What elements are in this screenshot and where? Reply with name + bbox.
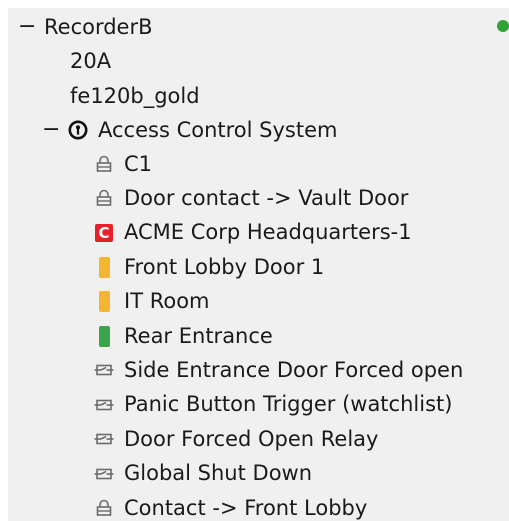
alarm-c-icon: C (94, 222, 114, 244)
tree-node-20a[interactable]: 20A (8, 44, 509, 78)
tree-node-label: Door contact -> Vault Door (124, 185, 409, 210)
lock-icon (94, 187, 114, 209)
tree-node-label: Side Entrance Door Forced open (124, 357, 464, 382)
tree-node-label: Rear Entrance (124, 323, 273, 348)
tree-node-label: IT Room (124, 289, 210, 314)
relay-icon (94, 463, 114, 485)
tree-node-label: ACME Corp Headquarters-1 (124, 220, 412, 245)
access-control-icon (68, 119, 88, 141)
alarm-badge: C (95, 223, 113, 242)
lock-icon (94, 497, 114, 519)
tree-node-device[interactable]: IT Room (8, 285, 509, 319)
tree-node-label: fe120b_gold (70, 83, 200, 108)
tree-node-label: Contact -> Front Lobby (124, 495, 368, 520)
relay-icon (94, 428, 114, 450)
tree-node-label: Front Lobby Door 1 (124, 254, 325, 279)
tree-node-device[interactable]: Panic Button Trigger (watchlist) (8, 388, 509, 422)
relay-icon (94, 394, 114, 416)
tree-node-label: Access Control System (98, 117, 338, 142)
tree-node-device[interactable]: Contact -> Front Lobby (8, 491, 509, 521)
tree-node-device[interactable]: Front Lobby Door 1 (8, 250, 509, 284)
relay-icon (94, 359, 114, 381)
lock-icon (94, 153, 114, 175)
door-icon (94, 291, 114, 313)
tree-node-device[interactable]: Rear Entrance (8, 319, 509, 353)
collapse-toggle[interactable]: − (18, 16, 36, 38)
tree-node-label: C1 (124, 151, 153, 176)
tree-node-access-control-system[interactable]: − Access Control System (8, 113, 509, 147)
door-icon (94, 256, 114, 278)
tree-node-label: Door Forced Open Relay (124, 426, 379, 451)
door-icon (94, 325, 114, 347)
tree-node-label: RecorderB (44, 14, 153, 39)
collapse-toggle[interactable]: − (42, 119, 60, 141)
tree-node-device[interactable]: Side Entrance Door Forced open (8, 353, 509, 387)
tree-node-label: Panic Button Trigger (watchlist) (124, 392, 453, 417)
tree-node-label: 20A (70, 48, 112, 73)
tree-node-device[interactable]: C ACME Corp Headquarters-1 (8, 216, 509, 250)
tree-node-label: Global Shut Down (124, 461, 313, 486)
tree-node-device[interactable]: Door contact -> Vault Door (8, 181, 509, 215)
status-online-icon (497, 20, 509, 32)
device-tree-panel: − RecorderB 20A fe120b_gold − Access Con… (8, 8, 509, 521)
tree-node-device[interactable]: C1 (8, 147, 509, 181)
tree-node-device[interactable]: Door Forced Open Relay (8, 422, 509, 456)
tree-node-recorderb[interactable]: − RecorderB (8, 10, 509, 44)
tree-node-device[interactable]: Global Shut Down (8, 457, 509, 491)
tree-node-fe120b-gold[interactable]: fe120b_gold (8, 79, 509, 113)
